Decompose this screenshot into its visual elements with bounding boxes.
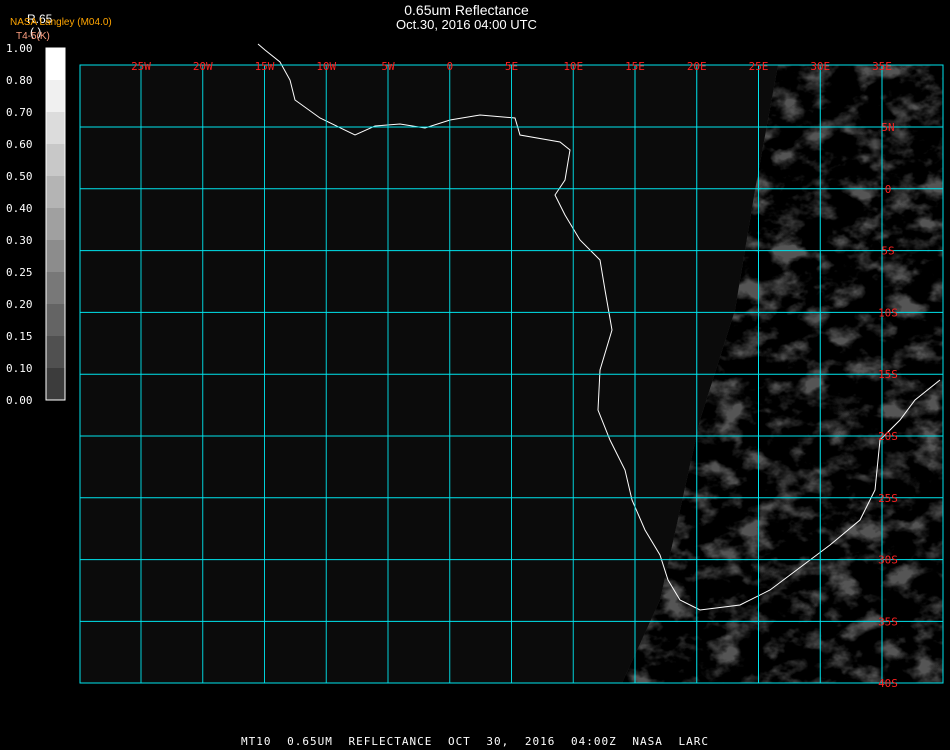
longitude-label: 25W bbox=[131, 60, 151, 73]
legend-swatch bbox=[46, 336, 65, 368]
longitude-label: 0 bbox=[446, 60, 453, 73]
legend-swatch bbox=[46, 80, 65, 112]
legend-colorbar bbox=[45, 47, 66, 401]
legend-swatch bbox=[46, 112, 65, 144]
legend-swatch bbox=[46, 144, 65, 176]
legend-swatch bbox=[46, 304, 65, 336]
latitude-label: 5N bbox=[881, 121, 894, 134]
legend-swatch bbox=[46, 272, 65, 304]
longitude-label: 10W bbox=[316, 60, 336, 73]
longitude-label: 5W bbox=[381, 60, 395, 73]
latitude-label: 15S bbox=[878, 368, 898, 381]
satellite-map: 25W 20W 15W 10W 5W 0 5E 10E 15E 20E 25E 30E 35E 5N 0 5S… bbox=[45, 43, 944, 690]
footer-caption: MT10 0.65UM REFLECTANCE OCT 30, 2016 04:… bbox=[241, 735, 709, 748]
longitude-label: 20W bbox=[193, 60, 213, 73]
legend-swatch bbox=[46, 208, 65, 240]
latitude-label: 30S bbox=[878, 554, 898, 567]
latitude-label: 10S bbox=[878, 306, 898, 319]
legend-swatch bbox=[46, 368, 65, 400]
latitude-label: 5S bbox=[881, 245, 894, 258]
longitude-label: 5E bbox=[505, 60, 518, 73]
latitude-label: 40S bbox=[878, 677, 898, 690]
longitude-label: 20E bbox=[687, 60, 707, 73]
longitude-label: 35E bbox=[872, 60, 892, 73]
latitude-label: 25S bbox=[878, 492, 898, 505]
legend-swatch bbox=[46, 240, 65, 272]
latitude-label: 35S bbox=[878, 615, 898, 628]
longitude-label: 10E bbox=[563, 60, 583, 73]
longitude-label: 15E bbox=[625, 60, 645, 73]
longitude-label: 15W bbox=[255, 60, 275, 73]
legend-swatch bbox=[46, 48, 65, 80]
latitude-label: 20S bbox=[878, 430, 898, 443]
legend-swatch bbox=[46, 176, 65, 208]
longitude-label: 25E bbox=[749, 60, 769, 73]
longitude-label: 30E bbox=[810, 60, 830, 73]
latitude-label: 0 bbox=[885, 183, 892, 196]
